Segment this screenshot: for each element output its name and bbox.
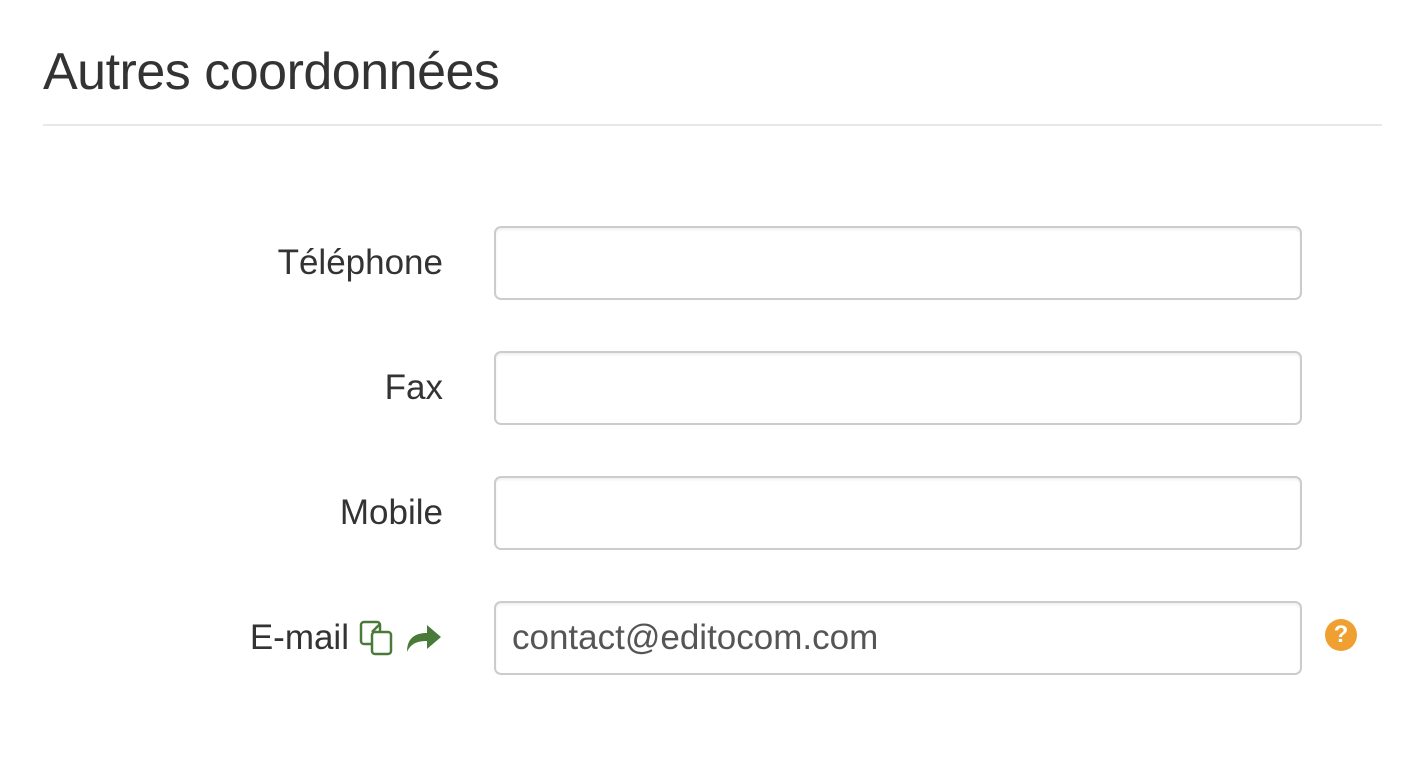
mobile-label: Mobile xyxy=(340,476,443,550)
fax-label: Fax xyxy=(385,351,443,425)
form-row-telephone: Téléphone xyxy=(0,226,1410,300)
question-circle-icon[interactable]: ? xyxy=(1325,619,1357,651)
mobile-input[interactable] xyxy=(494,476,1302,550)
fax-label-text: Fax xyxy=(384,368,443,407)
section-divider xyxy=(43,124,1382,126)
section-title: Autres coordonnées xyxy=(43,43,500,101)
copy-icon[interactable] xyxy=(359,620,395,656)
email-label: E-mail xyxy=(250,601,443,675)
email-input[interactable] xyxy=(494,601,1302,675)
telephone-label: Téléphone xyxy=(278,226,443,300)
telephone-label-text: Téléphone xyxy=(277,243,443,282)
forward-arrow-icon[interactable] xyxy=(405,622,443,654)
form-row-mobile: Mobile xyxy=(0,476,1410,550)
help-glyph: ? xyxy=(1333,621,1349,648)
form-row-fax: Fax xyxy=(0,351,1410,425)
form-row-email: E-mail ? xyxy=(0,601,1410,675)
email-label-text: E-mail xyxy=(249,618,349,657)
fax-input[interactable] xyxy=(494,351,1302,425)
mobile-label-text: Mobile xyxy=(339,493,443,532)
telephone-input[interactable] xyxy=(494,226,1302,300)
